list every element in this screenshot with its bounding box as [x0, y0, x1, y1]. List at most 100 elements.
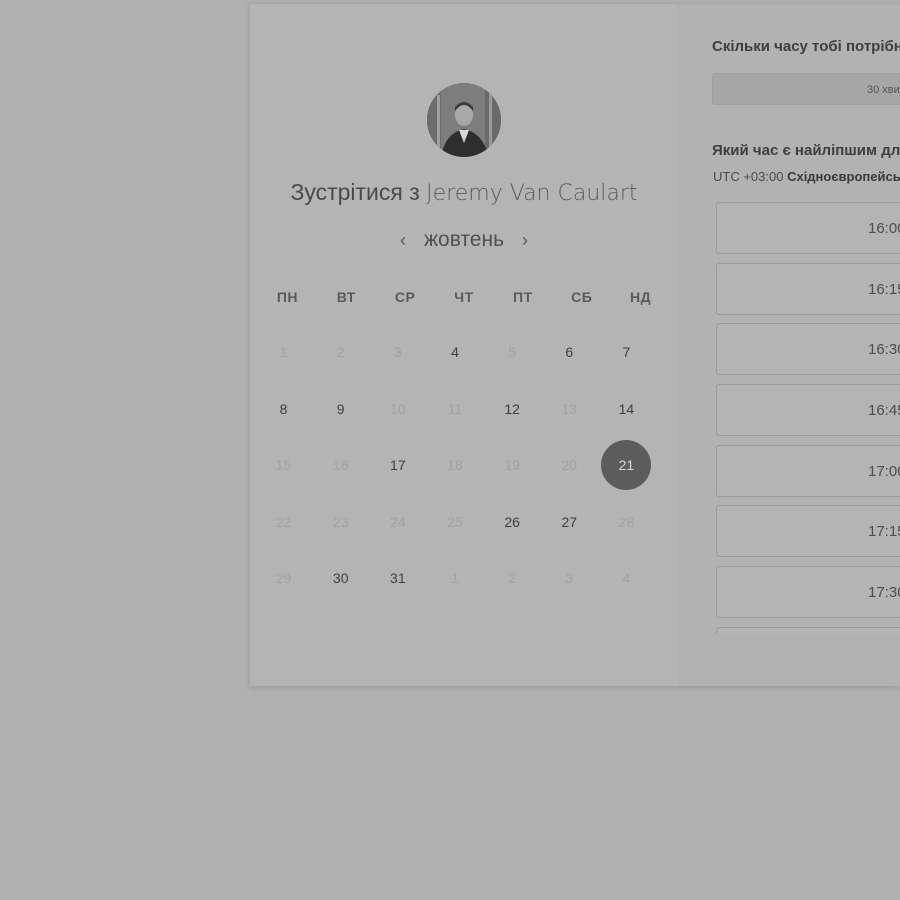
time-slot-button[interactable]: 17:45 — [716, 626, 900, 634]
time-slot-label: 17:00 — [868, 462, 900, 480]
time-slot-button[interactable]: 17:30 — [716, 566, 900, 619]
time-slot-label: 17:30 — [868, 584, 900, 602]
avatar — [427, 83, 501, 157]
calendar-panel: Зустрітися з Jeremy Van Caulart ‹ жовтен… — [250, 4, 679, 686]
calendar-day-label: 2 — [336, 344, 345, 361]
calendar-day-label: 10 — [390, 400, 406, 417]
calendar-day-label: 21 — [601, 440, 652, 491]
calendar-day: 13 — [541, 381, 598, 438]
weekday-header: ПН ВТ СР ЧТ ПТ СБ НД — [258, 289, 670, 305]
calendar-day[interactable]: 7 — [598, 324, 655, 381]
duration-question: Скільки часу тобі потрібно? — [712, 38, 900, 55]
calendar-day-label: 23 — [332, 513, 349, 530]
duration-value: 30 хвилин — [867, 84, 900, 96]
calendar-day: 22 — [255, 494, 312, 551]
calendar-day: 3 — [369, 324, 426, 381]
calendar-day-label: 16 — [332, 457, 349, 474]
calendar-day-label: 17 — [390, 457, 406, 474]
calendar-day-label: 20 — [561, 457, 578, 474]
calendar-day[interactable]: 26 — [484, 494, 541, 551]
calendar-day-label: 30 — [332, 570, 349, 587]
weekday-label: ВТ — [336, 289, 356, 305]
calendar-day[interactable]: 17 — [369, 437, 426, 494]
weekday-label: ПТ — [513, 289, 533, 305]
calendar-day[interactable]: 12 — [484, 381, 541, 438]
calendar-day: 23 — [312, 494, 369, 551]
calendar-day-label: 24 — [390, 513, 406, 530]
calendar-day[interactable]: 4 — [426, 324, 483, 381]
calendar-day-selected[interactable]: 21 — [598, 437, 655, 494]
calendar-day: 10 — [369, 381, 426, 438]
host-photo — [427, 83, 501, 157]
calendar-day-label: 25 — [447, 513, 463, 530]
calendar-day: 3 — [541, 550, 598, 607]
calendar-day-label: 29 — [275, 570, 292, 587]
calendar-day: 1 — [426, 550, 483, 607]
month-label: жовтень — [423, 228, 505, 251]
time-slot-button[interactable]: 17:00 — [716, 444, 900, 497]
calendar-day: 11 — [426, 381, 483, 438]
calendar-day: 19 — [484, 437, 541, 494]
duration-button[interactable]: 30 хвилин — [712, 73, 900, 105]
weekday-label: СБ — [571, 289, 593, 305]
time-slot-button[interactable]: 16:00 — [716, 202, 900, 254]
time-slot-button[interactable]: 16:15 — [716, 262, 900, 315]
calendar-day[interactable]: 9 — [312, 381, 369, 438]
month-navigation: ‹ жовтень › — [250, 228, 678, 252]
weekday-label: ПН — [276, 289, 299, 305]
calendar-day-label: 19 — [504, 457, 520, 474]
time-slot-label: 16:00 — [868, 220, 900, 237]
time-slot-label: 17:15 — [868, 523, 900, 541]
calendar-day[interactable]: 30 — [312, 550, 369, 607]
timezone-name: Східноєвропейський час — [787, 169, 900, 184]
calendar-day-label: 3 — [565, 570, 574, 587]
time-slot-label: 16:45 — [868, 402, 900, 420]
next-month-icon[interactable]: › — [518, 230, 532, 251]
weekday-label: НД — [630, 289, 652, 305]
calendar-day-label: 12 — [504, 400, 520, 417]
weekday-label: СР — [394, 289, 416, 305]
calendar-day: 4 — [598, 550, 655, 607]
meeting-title: Зустрітися з Jeremy Van Caulart — [250, 179, 678, 206]
prev-month-icon[interactable]: ‹ — [396, 230, 410, 251]
timezone[interactable]: UTC +03:00 Східноєвропейський час — [713, 169, 900, 184]
calendar-day-label: 4 — [451, 344, 459, 361]
calendar-day: 18 — [426, 437, 483, 494]
calendar-day: 1 — [255, 324, 312, 381]
time-slot-button[interactable]: 17:15 — [716, 505, 900, 558]
calendar-day-label: 6 — [565, 344, 574, 361]
calendar-grid: 1 2 3 4 5 6 7 8 9 10 11 12 13 14 15 16 17 18 19 20 21 22 23 24 2… — [255, 324, 655, 607]
time-slot-button[interactable]: 16:45 — [716, 384, 900, 437]
calendar-day: 15 — [255, 437, 312, 494]
meeting-title-prefix: Зустрітися з — [290, 179, 420, 205]
calendar-day-label: 31 — [390, 570, 406, 587]
calendar-day[interactable]: 8 — [255, 381, 312, 438]
booking-card: Зустрітися з Jeremy Van Caulart ‹ жовтен… — [250, 4, 900, 686]
calendar-day[interactable]: 31 — [369, 550, 426, 607]
calendar-day-label: 1 — [451, 570, 459, 587]
calendar-day: 29 — [255, 550, 312, 607]
calendar-day: 2 — [312, 324, 369, 381]
time-slot-button[interactable]: 16:30 — [716, 323, 900, 376]
calendar-day-label: 3 — [393, 344, 402, 361]
calendar-day-label: 26 — [504, 513, 520, 530]
calendar-day-label: 8 — [279, 400, 288, 417]
calendar-day[interactable]: 6 — [541, 324, 598, 381]
time-panel: Скільки часу тобі потрібно? 30 хвилин Як… — [679, 4, 900, 686]
calendar-day[interactable]: 27 — [541, 494, 598, 551]
calendar-day-label: 14 — [618, 400, 635, 417]
calendar-day: 20 — [541, 437, 598, 494]
calendar-day-label: 4 — [622, 570, 631, 587]
calendar-day-label: 5 — [508, 344, 517, 361]
time-question: Який час є найліпшим для тебе? — [712, 142, 900, 159]
calendar-day: 16 — [312, 437, 369, 494]
calendar-day: 5 — [484, 324, 541, 381]
calendar-day: 24 — [369, 494, 426, 551]
calendar-day: 25 — [426, 494, 483, 551]
calendar-day[interactable]: 14 — [598, 381, 655, 438]
calendar-day: 28 — [598, 494, 655, 551]
weekday-label: ЧТ — [454, 289, 474, 305]
calendar-day-label: 7 — [622, 344, 631, 361]
timezone-offset: UTC +03:00 — [713, 169, 784, 184]
calendar-day-label: 22 — [275, 513, 292, 530]
